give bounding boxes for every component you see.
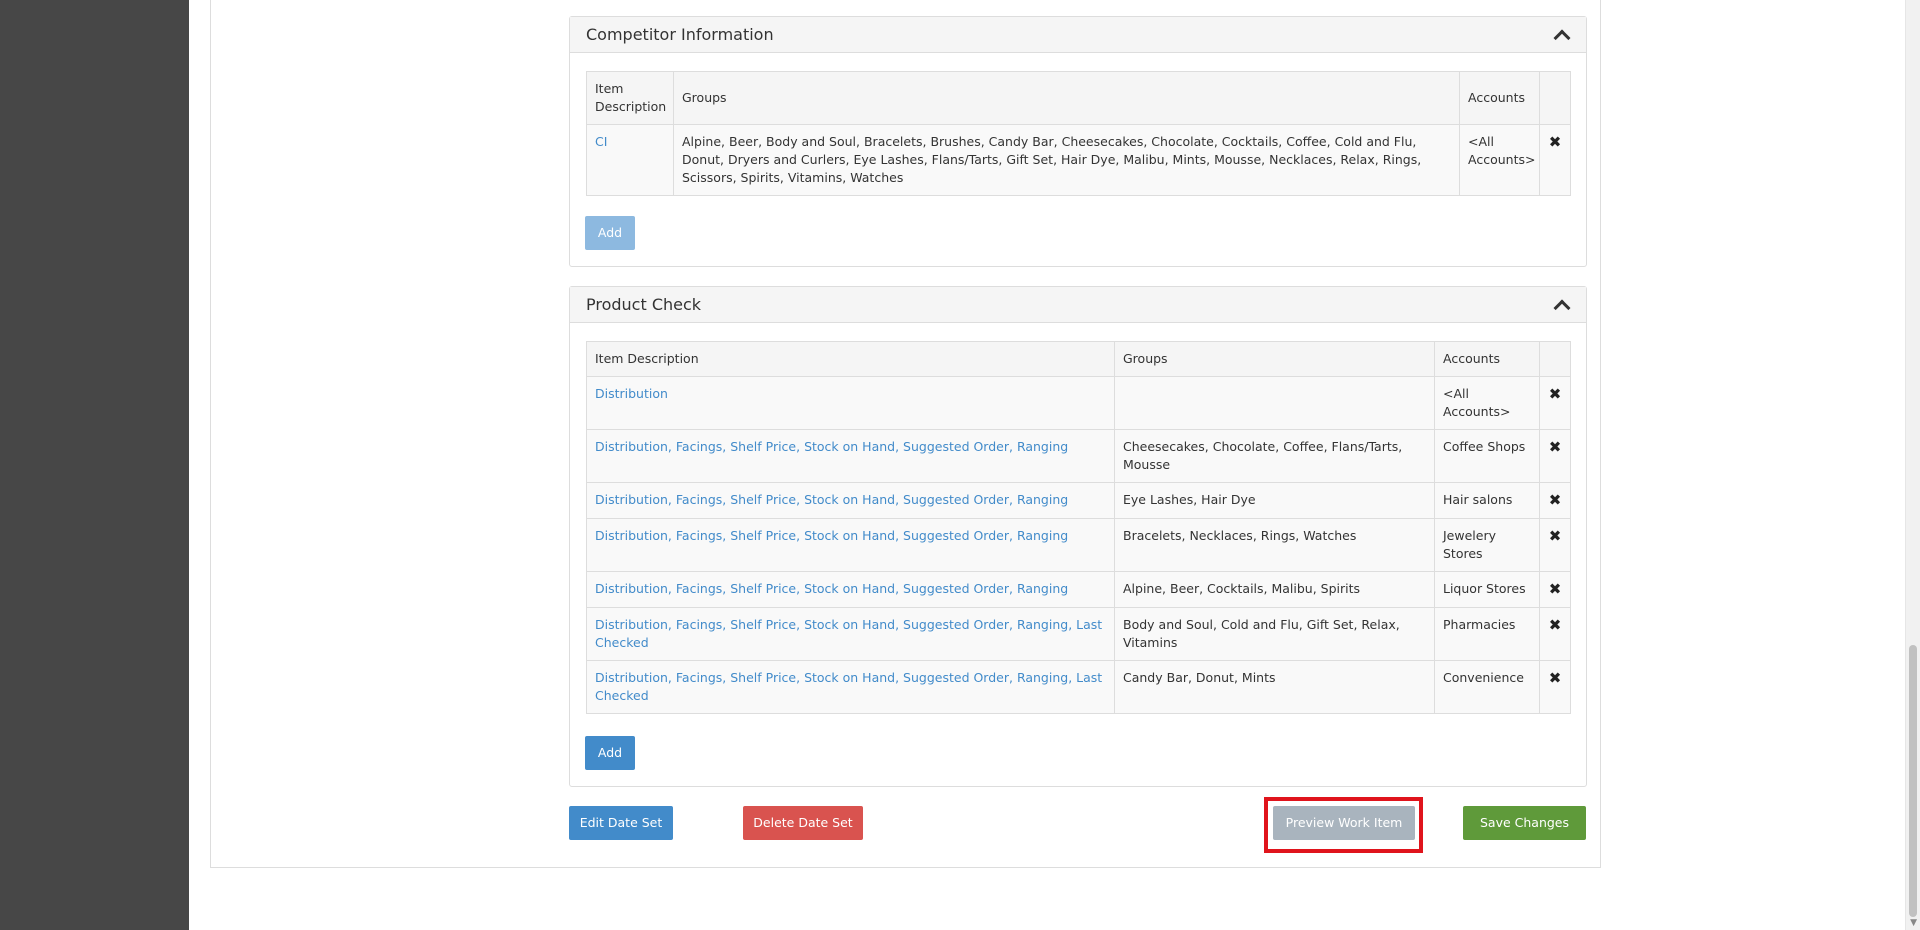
column-header-item: Item Description (586, 71, 674, 125)
item-link[interactable]: Distribution, Facings, Shelf Price, Stoc… (586, 607, 1115, 661)
close-icon[interactable]: ✖ (1549, 669, 1562, 687)
item-link[interactable]: Distribution, Facings, Shelf Price, Stoc… (586, 482, 1115, 519)
accounts-cell: Hair salons (1434, 482, 1540, 519)
close-icon[interactable]: ✖ (1549, 491, 1562, 509)
scrollbar-thumb[interactable] (1909, 645, 1917, 917)
column-header-groups: Groups (1114, 341, 1435, 377)
scroll-down-arrow-icon[interactable]: ▼ (1910, 918, 1917, 928)
product-check-table: Item Description Groups Accounts Distrib… (586, 341, 1571, 714)
groups-cell: Body and Soul, Cold and Flu, Gift Set, R… (1114, 607, 1435, 661)
table-row: Distribution, Facings, Shelf Price, Stoc… (586, 607, 1571, 661)
groups-cell: Eye Lashes, Hair Dye (1114, 482, 1435, 519)
competitor-information-header[interactable]: Competitor Information (570, 17, 1586, 53)
groups-cell (1114, 376, 1435, 430)
close-icon[interactable]: ✖ (1549, 527, 1562, 545)
chevron-up-icon[interactable] (1553, 299, 1571, 317)
add-product-check-button[interactable]: Add (585, 736, 635, 770)
item-link[interactable]: Distribution, Facings, Shelf Price, Stoc… (586, 518, 1115, 572)
accounts-cell: Convenience (1434, 660, 1540, 714)
vertical-scrollbar[interactable]: ▼ (1905, 0, 1920, 930)
close-icon[interactable]: ✖ (1549, 385, 1562, 403)
item-link[interactable]: Distribution, Facings, Shelf Price, Stoc… (586, 571, 1115, 608)
close-icon[interactable]: ✖ (1549, 616, 1562, 634)
groups-cell: Alpine, Beer, Cocktails, Malibu, Spirits (1114, 571, 1435, 608)
table-row: Distribution, Facings, Shelf Price, Stoc… (586, 660, 1571, 714)
groups-cell: Candy Bar, Donut, Mints (1114, 660, 1435, 714)
product-check-panel: Product Check Item Description Groups Ac… (569, 286, 1587, 787)
table-row: Distribution <All Accounts> ✖ (586, 376, 1571, 430)
delete-date-set-button[interactable]: Delete Date Set (743, 806, 863, 840)
table-row: Distribution, Facings, Shelf Price, Stoc… (586, 571, 1571, 608)
column-header-actions (1539, 71, 1571, 125)
column-header-accounts: Accounts (1434, 341, 1540, 377)
item-link[interactable]: Distribution (586, 376, 1115, 430)
table-row: Distribution, Facings, Shelf Price, Stoc… (586, 429, 1571, 483)
accounts-cell: Coffee Shops (1434, 429, 1540, 483)
chevron-up-icon[interactable] (1553, 29, 1571, 47)
column-header-groups: Groups (673, 71, 1460, 125)
close-icon[interactable]: ✖ (1549, 133, 1562, 151)
close-icon[interactable]: ✖ (1549, 580, 1562, 598)
left-sidebar (0, 0, 189, 930)
item-link[interactable]: CI (586, 124, 674, 196)
accounts-cell: <All Accounts> (1434, 376, 1540, 430)
groups-cell: Alpine, Beer, Body and Soul, Bracelets, … (673, 124, 1460, 196)
accounts-cell: <All Accounts> (1459, 124, 1540, 196)
item-link[interactable]: Distribution, Facings, Shelf Price, Stoc… (586, 429, 1115, 483)
panel-title: Product Check (586, 295, 702, 314)
accounts-cell: Pharmacies (1434, 607, 1540, 661)
table-row: CI Alpine, Beer, Body and Soul, Bracelet… (586, 124, 1571, 196)
edit-date-set-button[interactable]: Edit Date Set (569, 806, 673, 840)
add-competitor-button[interactable]: Add (585, 216, 635, 250)
panel-title: Competitor Information (586, 25, 774, 44)
product-check-header[interactable]: Product Check (570, 287, 1586, 323)
table-row: Distribution, Facings, Shelf Price, Stoc… (586, 482, 1571, 519)
accounts-cell: Liquor Stores (1434, 571, 1540, 608)
save-changes-button[interactable]: Save Changes (1463, 806, 1586, 840)
column-header-actions (1539, 341, 1571, 377)
competitor-information-panel: Competitor Information Item Description … (569, 16, 1587, 267)
item-link[interactable]: Distribution, Facings, Shelf Price, Stoc… (586, 660, 1115, 714)
groups-cell: Bracelets, Necklaces, Rings, Watches (1114, 518, 1435, 572)
groups-cell: Cheesecakes, Chocolate, Coffee, Flans/Ta… (1114, 429, 1435, 483)
competitor-table: Item Description Groups Accounts CI Alpi… (586, 71, 1571, 196)
highlight-frame (1264, 797, 1423, 853)
column-header-accounts: Accounts (1459, 71, 1540, 125)
close-icon[interactable]: ✖ (1549, 438, 1562, 456)
column-header-item: Item Description (586, 341, 1115, 377)
table-row: Distribution, Facings, Shelf Price, Stoc… (586, 518, 1571, 572)
accounts-cell: Jewelery Stores (1434, 518, 1540, 572)
